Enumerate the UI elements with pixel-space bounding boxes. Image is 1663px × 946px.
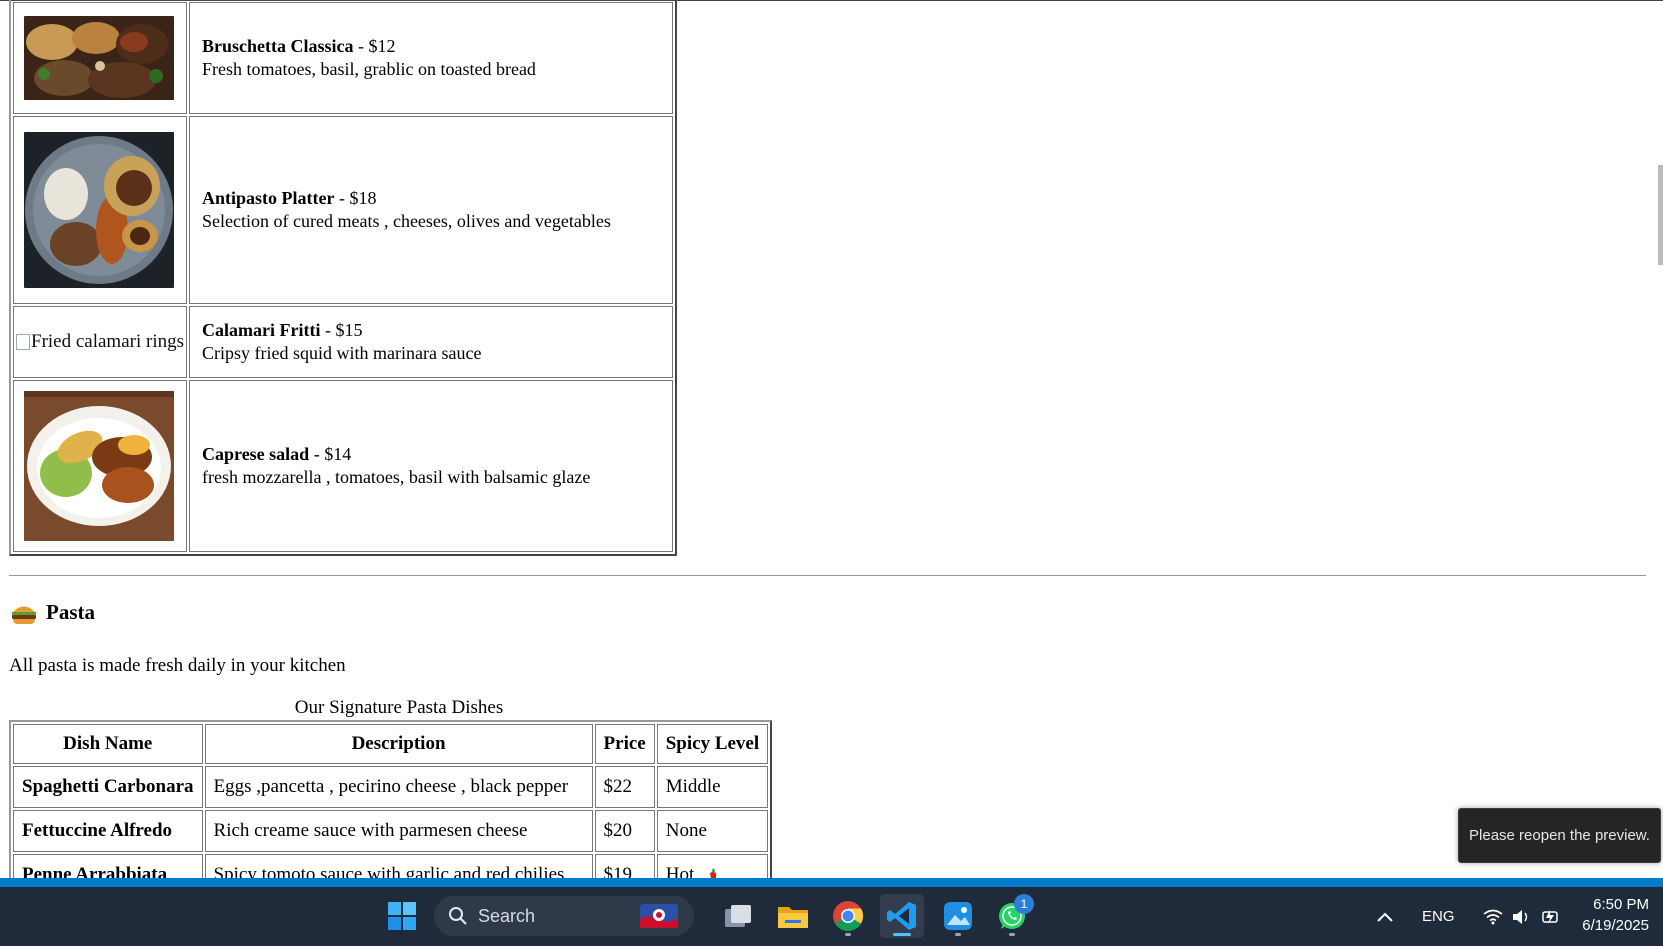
- table-row: Fettuccine Alfredo Rich creame sauce wit…: [13, 810, 769, 852]
- pasta-table-caption: Our Signature Pasta Dishes: [9, 697, 789, 719]
- dish-name: Fettuccine Alfredo: [13, 810, 203, 852]
- task-view-button[interactable]: [716, 894, 760, 938]
- running-indicator: [845, 933, 851, 936]
- page-scrollbar-thumb[interactable]: [1658, 165, 1663, 265]
- search-placeholder: Search: [478, 905, 536, 926]
- file-explorer-icon: [778, 907, 808, 928]
- chrome-button[interactable]: [826, 894, 870, 938]
- table-header-row: Dish Name Description Price Spicy Level: [13, 724, 769, 764]
- antipasto-image: [24, 132, 174, 288]
- spicy-level: None: [656, 810, 769, 852]
- dish-price: - $14: [313, 444, 352, 464]
- vscode-status-bar: [0, 878, 1663, 887]
- badge-count: 1: [1020, 897, 1028, 911]
- dish-price: - $18: [339, 188, 377, 208]
- taskbar-clock[interactable]: 6:50 PM 6/19/2025: [1582, 894, 1649, 936]
- dish-name: Calamari Fritti: [202, 320, 321, 340]
- broken-image: Fried calamari rings: [14, 331, 186, 353]
- burger-emoji-icon: [12, 606, 36, 624]
- column-header: Description: [204, 724, 593, 764]
- broken-image-icon: [16, 334, 30, 350]
- photos-icon: [944, 902, 972, 930]
- windows-start-icon: [388, 902, 416, 930]
- taskbar-search-box[interactable]: Search: [434, 896, 694, 936]
- dish-price: $22: [594, 766, 655, 808]
- pasta-heading: Pasta: [10, 600, 95, 625]
- toast-message: Please reopen the preview.: [1469, 827, 1650, 844]
- notification-badge: 1: [1014, 894, 1034, 914]
- notification-toast: Please reopen the preview.: [1458, 808, 1661, 863]
- dish-name: Penne Arrabbiata: [13, 854, 203, 878]
- column-header: Price: [594, 724, 655, 764]
- caprese-image: [24, 391, 174, 541]
- browser-preview-page: Bruschetta Classica - $12 Fresh tomatoes…: [0, 0, 1663, 878]
- dish-price: $19: [594, 854, 655, 878]
- dish-description: Rich creame sauce with parmesen cheese: [204, 810, 593, 852]
- spicy-level-cell: Hot: [656, 854, 769, 878]
- table-row: Antipasto Platter - $18 Selection of cur…: [13, 116, 674, 304]
- dish-cell: Caprese salad - $14 fresh mozzarella , t…: [189, 380, 674, 552]
- battery-charging-icon[interactable]: [1539, 909, 1561, 925]
- table-row: Fried calamari rings Calamari Fritti - $…: [13, 306, 674, 378]
- dish-price: $20: [594, 810, 655, 852]
- whatsapp-button[interactable]: 1: [990, 894, 1034, 938]
- running-indicator: [955, 933, 961, 936]
- search-highlight-flag-icon: [640, 904, 678, 928]
- dish-name: Caprese salad: [202, 444, 310, 464]
- spicy-level: Hot: [665, 864, 695, 878]
- running-indicator: [1009, 933, 1015, 936]
- bruschetta-image: [24, 16, 174, 100]
- table-row: Penne Arrabbiata Spicy tomoto sauce with…: [13, 854, 769, 878]
- pasta-intro: All pasta is made fresh daily in your ki…: [9, 655, 346, 676]
- table-row: Bruschetta Classica - $12 Fresh tomatoes…: [13, 2, 674, 114]
- wifi-icon[interactable]: [1483, 909, 1503, 925]
- image-cell: Fried calamari rings: [13, 306, 188, 378]
- file-explorer-button[interactable]: [771, 894, 815, 938]
- system-tray: ENG: [1376, 887, 1561, 946]
- active-window-indicator: [893, 933, 911, 936]
- section-divider: [9, 575, 1646, 576]
- column-header: Spicy Level: [656, 724, 769, 764]
- image-alt-text: Fried calamari rings: [31, 331, 185, 352]
- pasta-table: Dish Name Description Price Spicy Level …: [9, 720, 773, 878]
- volume-icon[interactable]: [1511, 909, 1531, 925]
- spicy-level: Middle: [656, 766, 769, 808]
- image-cell: [13, 116, 188, 304]
- language-indicator[interactable]: ENG: [1422, 908, 1455, 925]
- windows-taskbar: Search 1 ENG 6:50 PM 6/19/2025: [0, 887, 1663, 946]
- appetizers-table: Bruschetta Classica - $12 Fresh tomatoes…: [9, 0, 678, 556]
- clock-date: 6/19/2025: [1582, 917, 1649, 934]
- table-row: Caprese salad - $14 fresh mozzarella , t…: [13, 380, 674, 552]
- column-header: Dish Name: [13, 724, 203, 764]
- table-row: Spaghetti Carbonara Eggs ,pancetta , pec…: [13, 766, 769, 808]
- image-cell: [13, 2, 188, 114]
- start-button[interactable]: [380, 894, 424, 938]
- chili-pepper-icon: [709, 868, 717, 878]
- chrome-icon: [833, 901, 864, 932]
- dish-description: Spicy tomoto sauce with garlic and red c…: [204, 854, 593, 878]
- dish-cell: Bruschetta Classica - $12 Fresh tomatoes…: [189, 2, 674, 114]
- dish-name: Bruschetta Classica: [202, 36, 354, 56]
- vscode-button[interactable]: [880, 894, 924, 938]
- dish-description: fresh mozzarella , tomatoes, basil with …: [202, 467, 591, 487]
- dish-name: Spaghetti Carbonara: [13, 766, 203, 808]
- clock-time: 6:50 PM: [1593, 896, 1649, 913]
- dish-description: Selection of cured meats , cheeses, oliv…: [202, 211, 611, 231]
- image-cell: [13, 380, 188, 552]
- dish-description: Cripsy fried squid with marinara sauce: [202, 343, 482, 363]
- vscode-icon: [887, 902, 916, 930]
- pasta-heading-text: Pasta: [46, 600, 95, 624]
- dish-price: - $12: [358, 36, 396, 56]
- search-icon: [449, 907, 467, 925]
- chevron-up-icon[interactable]: [1376, 911, 1394, 923]
- task-view-icon: [725, 905, 751, 927]
- dish-cell: Antipasto Platter - $18 Selection of cur…: [189, 116, 674, 304]
- dish-name: Antipasto Platter: [202, 188, 335, 208]
- dish-description: Eggs ,pancetta , pecirino cheese , black…: [204, 766, 593, 808]
- dish-price: - $15: [324, 320, 363, 340]
- caption-text: Our Signature Pasta Dishes: [294, 697, 504, 718]
- photos-button[interactable]: [936, 894, 980, 938]
- dish-description: Fresh tomatoes, basil, grablic on toaste…: [202, 59, 536, 79]
- dish-cell: Calamari Fritti - $15 Cripsy fried squid…: [189, 306, 674, 378]
